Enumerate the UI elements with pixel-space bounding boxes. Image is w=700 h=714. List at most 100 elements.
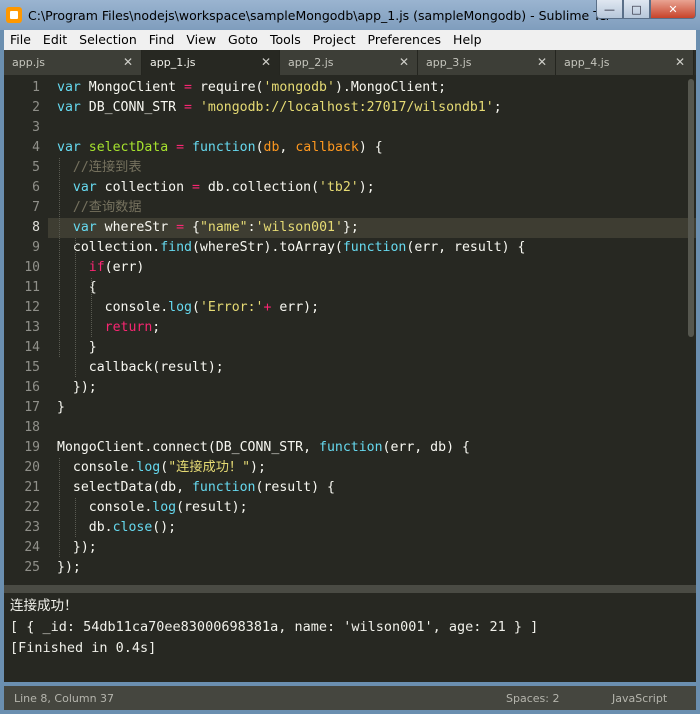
code-token: (err, result) { — [406, 240, 526, 255]
menu-edit[interactable]: Edit — [37, 30, 73, 50]
line-number: 6 — [32, 180, 40, 195]
tab-label: app.js — [12, 56, 45, 69]
code-token: collection — [96, 180, 192, 195]
code-line: }); — [57, 538, 97, 558]
tab-close-icon[interactable]: ✕ — [537, 55, 547, 69]
code-line: var MongoClient = require('mongodb').Mon… — [57, 78, 446, 98]
menu-view[interactable]: View — [180, 30, 222, 50]
menu-help[interactable]: Help — [447, 30, 488, 50]
code-token: 'mongodb://localhost:27017/wilsondb1' — [199, 100, 494, 115]
code-line: var selectData = function(db, callback) … — [57, 138, 383, 158]
close-button[interactable]: ✕ — [650, 0, 696, 19]
tab-close-icon[interactable]: ✕ — [399, 55, 409, 69]
code-token: , — [279, 140, 296, 155]
code-token: function — [319, 440, 383, 455]
tab-close-icon[interactable]: ✕ — [261, 55, 271, 69]
panel-divider[interactable] — [4, 585, 696, 593]
code-token: "name" — [199, 220, 248, 235]
code-line: } — [57, 338, 97, 358]
code-token: callback — [295, 140, 359, 155]
menu-project[interactable]: Project — [307, 30, 362, 50]
code-line: if(err) — [57, 258, 145, 278]
code-token: = — [184, 100, 192, 115]
indent-guide — [59, 458, 60, 558]
line-number: 18 — [24, 420, 40, 435]
code-token: = — [184, 80, 192, 95]
code-line: console.log("连接成功！"); — [57, 458, 266, 478]
code-token: return — [104, 320, 153, 335]
menu-selection[interactable]: Selection — [73, 30, 143, 50]
code-token: //连接到表 — [72, 160, 142, 175]
code-token: ( — [160, 460, 169, 475]
code-token: db. — [57, 520, 113, 535]
code-token: var — [72, 220, 97, 235]
code-token: collection. — [57, 240, 161, 255]
code-token: function — [191, 480, 256, 495]
menu-preferences[interactable]: Preferences — [362, 30, 448, 50]
line-number: 15 — [24, 360, 40, 375]
code-token: function — [192, 140, 256, 155]
tab-close-icon[interactable]: ✕ — [123, 55, 133, 69]
tab-app-js[interactable]: app.js ✕ — [4, 50, 142, 75]
menu-tools[interactable]: Tools — [264, 30, 307, 50]
menu-file[interactable]: File — [4, 30, 37, 50]
indent-guide — [75, 498, 76, 538]
code-token: console. — [57, 460, 137, 475]
syntax-selector[interactable]: JavaScript — [612, 692, 667, 705]
line-number: 19 — [24, 440, 40, 455]
code-line: } — [57, 398, 65, 418]
code-token: (whereStr).toArray( — [191, 240, 343, 255]
code-line: var whereStr = {"name":'wilson001'}; — [57, 218, 359, 238]
line-number: 17 — [24, 400, 40, 415]
code-token: "连接成功！" — [168, 460, 251, 475]
code-line: collection.find(whereStr).toArray(functi… — [57, 238, 526, 258]
editor-scrollbar[interactable] — [688, 79, 694, 337]
output-line: [Finished in 0.4s] — [10, 640, 157, 656]
line-number: 11 — [24, 280, 40, 295]
code-token: ; — [493, 100, 502, 115]
code-token: (result) { — [255, 480, 335, 495]
line-number: 7 — [32, 200, 40, 215]
indent-guide — [75, 238, 76, 378]
code-token: 'mongodb' — [263, 80, 335, 95]
code-editor[interactable]: 1 2 3 4 5 6 7 8 9 10 11 12 13 14 15 16 17 18 19 20 21 22 23 24 2… — [4, 75, 696, 585]
code-line: selectData(db, function(result) { — [57, 478, 335, 498]
code-token: MongoClient — [80, 80, 185, 95]
tab-app-4-js[interactable]: app_4.js ✕ — [556, 50, 694, 75]
code-token: close — [112, 520, 153, 535]
menu-find[interactable]: Find — [143, 30, 181, 50]
code-token: { — [184, 220, 200, 235]
minimize-button[interactable]: — — [596, 0, 623, 19]
line-number: 8 — [32, 220, 40, 235]
code-token: selectData(db, — [57, 480, 192, 495]
tab-app-2-js[interactable]: app_2.js ✕ — [280, 50, 418, 75]
title-bar: C:\Program Files\nodejs\workspace\sample… — [0, 0, 700, 30]
line-number: 25 — [24, 560, 40, 575]
code-token: MongoClient.connect(DB_CONN_STR, — [57, 440, 320, 455]
tab-close-icon[interactable]: ✕ — [675, 55, 685, 69]
tab-app-1-js[interactable]: app_1.js ✕ — [142, 50, 280, 75]
code-line: var collection = db.collection('tb2'); — [57, 178, 375, 198]
code-line: }); — [57, 378, 97, 398]
tab-app-3-js[interactable]: app_3.js ✕ — [418, 50, 556, 75]
maximize-button[interactable]: □ — [623, 0, 650, 19]
code-token: ); — [358, 180, 375, 195]
code-token: (); — [152, 520, 177, 535]
code-token: DB_CONN_STR — [80, 100, 185, 115]
code-token: : — [247, 220, 256, 235]
code-line: var DB_CONN_STR = 'mongodb://localhost:2… — [57, 98, 502, 118]
code-token: (result); — [176, 500, 248, 515]
code-token: console. — [57, 300, 169, 315]
indentation-setting[interactable]: Spaces: 2 — [506, 692, 559, 705]
line-number-gutter: 1 2 3 4 5 6 7 8 9 10 11 12 13 14 15 16 17 18 19 20 21 22 23 24 2… — [4, 75, 48, 585]
tab-label: app_4.js — [564, 56, 610, 69]
line-number: 1 — [32, 80, 40, 95]
code-token: 'Error:' — [199, 300, 264, 315]
output-line: 连接成功！ — [10, 598, 78, 614]
code-line: console.log(result); — [57, 498, 248, 518]
output-line: [ { _id: 54db11ca70ee83000698381a, name:… — [10, 619, 539, 635]
code-token: ); — [250, 460, 266, 475]
menu-goto[interactable]: Goto — [222, 30, 264, 50]
